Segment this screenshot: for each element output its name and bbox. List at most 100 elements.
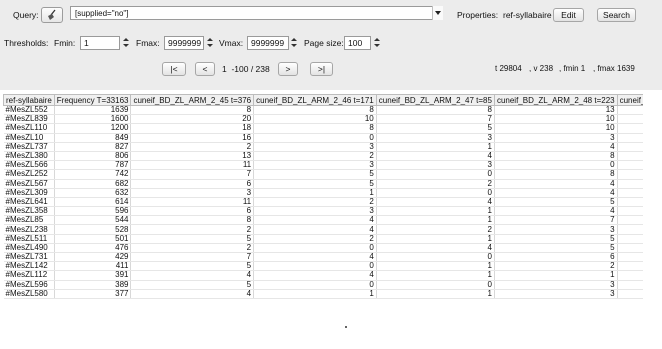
value-cell: 682 bbox=[54, 179, 132, 189]
value-cell: 2 bbox=[253, 151, 377, 162]
row-key-cell: #MesZL10 bbox=[3, 133, 55, 143]
value-cell: 8 bbox=[494, 151, 618, 162]
value-cell bbox=[617, 234, 643, 244]
table-row[interactable]: #MesZL490 476 2 0 4 5 bbox=[3, 243, 643, 254]
thresholds-label: Thresholds: bbox=[4, 38, 49, 48]
value-cell: 8 bbox=[130, 215, 255, 226]
value-cell: 7 bbox=[494, 215, 618, 226]
value-cell bbox=[617, 105, 643, 116]
table-row[interactable]: #MesZL552 1639 8 8 8 13 bbox=[3, 105, 643, 116]
table-row[interactable]: #MesZL309 632 3 1 0 4 bbox=[3, 188, 643, 198]
value-cell: 1 bbox=[376, 142, 495, 152]
value-cell: 528 bbox=[54, 224, 132, 235]
column-header[interactable]: cuneif_BD_ZL_ARM_2_45 t=376 bbox=[130, 94, 255, 106]
table-row[interactable]: #MesZL580 377 4 1 1 3 bbox=[3, 289, 643, 299]
table-row[interactable]: #MesZL358 596 6 3 1 4 bbox=[3, 206, 643, 217]
column-header[interactable]: Frequency T=33163 bbox=[53, 94, 132, 106]
table-row[interactable]: #MesZL110 1200 18 8 5 10 bbox=[3, 123, 643, 134]
stat-v: , v 238 bbox=[529, 64, 554, 73]
fmax-label: Fmax: bbox=[136, 38, 160, 48]
table-row[interactable]: #MesZL839 1600 20 10 7 10 bbox=[3, 114, 643, 125]
value-cell: 6 bbox=[130, 179, 255, 189]
row-key-cell: #MesZL511 bbox=[3, 234, 55, 244]
value-cell: 2 bbox=[376, 224, 495, 235]
stat-fmax: , fmax 1639 bbox=[593, 64, 635, 73]
value-cell: 7 bbox=[130, 169, 255, 180]
vmax-stepper[interactable] bbox=[291, 36, 297, 50]
value-cell: 16 bbox=[130, 133, 255, 143]
page-info: 1 -100 / 238 bbox=[222, 64, 270, 74]
page-size-stepper[interactable] bbox=[374, 36, 380, 50]
table-row[interactable]: #MesZL238 528 2 4 2 3 bbox=[3, 224, 643, 235]
fmax-input[interactable]: 9999999 bbox=[164, 36, 204, 50]
fmin-input[interactable]: 1 bbox=[80, 36, 120, 50]
value-cell: 0 bbox=[376, 280, 495, 290]
value-cell: 11 bbox=[130, 160, 255, 171]
first-page-button[interactable]: |< bbox=[162, 62, 186, 76]
row-key-cell: #MesZL85 bbox=[3, 215, 55, 226]
value-cell: 1 bbox=[376, 270, 495, 281]
value-cell: 4 bbox=[494, 188, 618, 198]
value-cell bbox=[617, 252, 643, 263]
row-key-cell: #MesZL110 bbox=[3, 123, 55, 134]
table-row[interactable]: #MesZL85 544 8 4 1 7 bbox=[3, 215, 643, 226]
value-cell bbox=[617, 261, 643, 272]
table-row[interactable]: #MesZL566 787 11 3 3 0 bbox=[3, 160, 643, 171]
row-key-cell: #MesZL238 bbox=[3, 224, 55, 235]
value-cell: 8 bbox=[494, 169, 618, 180]
next-page-button[interactable]: > bbox=[278, 62, 298, 76]
value-cell: 1 bbox=[376, 215, 495, 226]
value-cell: 849 bbox=[54, 133, 132, 143]
table-row[interactable]: #MesZL142 411 5 0 1 2 bbox=[3, 261, 643, 272]
value-cell: 4 bbox=[253, 224, 377, 235]
value-cell bbox=[617, 169, 643, 180]
column-header[interactable]: cuneif_BD_ZL_ARM_2_46 t=171 bbox=[253, 94, 377, 106]
row-key-cell: #MesZL112 bbox=[3, 270, 55, 281]
query-tool-button[interactable] bbox=[41, 7, 63, 23]
table-row[interactable]: #MesZL596 389 5 0 0 3 bbox=[3, 280, 643, 290]
table-row[interactable]: #MesZL737 827 2 3 1 4 bbox=[3, 142, 643, 152]
table-row[interactable]: #MesZL252 742 7 5 0 8 bbox=[3, 169, 643, 180]
value-cell: 476 bbox=[54, 243, 132, 254]
value-cell: 11 bbox=[130, 197, 255, 208]
search-button[interactable]: Search bbox=[597, 8, 636, 22]
fmax-stepper[interactable] bbox=[207, 36, 213, 50]
value-cell: 13 bbox=[130, 151, 255, 162]
results-table[interactable]: ref-syllabaire Frequency T=33163 cuneif_BD… bbox=[3, 94, 643, 307]
table-row[interactable]: #MesZL380 806 13 2 4 8 bbox=[3, 151, 643, 162]
edit-button[interactable]: Edit bbox=[553, 8, 584, 22]
column-header[interactable]: cuneif_BD_ZL_ARM_2_48 t=223 bbox=[493, 94, 618, 106]
value-cell: 10 bbox=[494, 123, 618, 134]
table-row[interactable]: #MesZL511 501 5 2 1 5 bbox=[3, 234, 643, 244]
value-cell: 1 bbox=[376, 261, 495, 272]
table-row[interactable]: #MesZL641 614 11 2 4 5 bbox=[3, 197, 643, 208]
page-size-input[interactable]: 100 bbox=[344, 36, 371, 50]
value-cell: 3 bbox=[494, 280, 618, 290]
value-cell: 2 bbox=[130, 142, 255, 152]
value-cell: 2 bbox=[494, 261, 618, 272]
table-row[interactable]: #MesZL567 682 6 5 2 4 bbox=[3, 179, 643, 189]
query-input[interactable]: [supplied="no"] bbox=[70, 6, 443, 20]
row-key-cell: #MesZL252 bbox=[3, 169, 55, 180]
value-cell: 1 bbox=[494, 270, 618, 281]
value-cell: 1 bbox=[253, 289, 377, 299]
table-row[interactable]: #MesZL731 429 7 4 0 6 bbox=[3, 252, 643, 263]
table-row[interactable]: #MesZL10 849 16 0 3 3 bbox=[3, 133, 643, 143]
value-cell: 1 bbox=[376, 289, 495, 299]
prev-page-button[interactable]: < bbox=[195, 62, 215, 76]
table-row[interactable]: #MesZL112 391 4 4 1 1 bbox=[3, 270, 643, 281]
value-cell bbox=[617, 224, 643, 235]
value-cell: 3 bbox=[494, 224, 618, 235]
vmax-input[interactable]: 9999999 bbox=[247, 36, 289, 50]
row-key-cell: #MesZL142 bbox=[3, 261, 55, 272]
column-header[interactable]: cuneif_BD_ZL_ARM_2_ bbox=[616, 94, 643, 106]
value-cell: 391 bbox=[54, 270, 132, 281]
column-header[interactable]: cuneif_BD_ZL_ARM_2_47 t=85 bbox=[375, 94, 495, 106]
row-key-cell: #MesZL490 bbox=[3, 243, 55, 254]
value-cell: 7 bbox=[130, 252, 255, 263]
column-header[interactable]: ref-syllabaire bbox=[3, 94, 55, 106]
value-cell: 4 bbox=[494, 142, 618, 152]
last-page-button[interactable]: >| bbox=[310, 62, 333, 76]
query-dropdown-arrow[interactable] bbox=[432, 6, 443, 20]
fmin-stepper[interactable] bbox=[123, 36, 129, 50]
